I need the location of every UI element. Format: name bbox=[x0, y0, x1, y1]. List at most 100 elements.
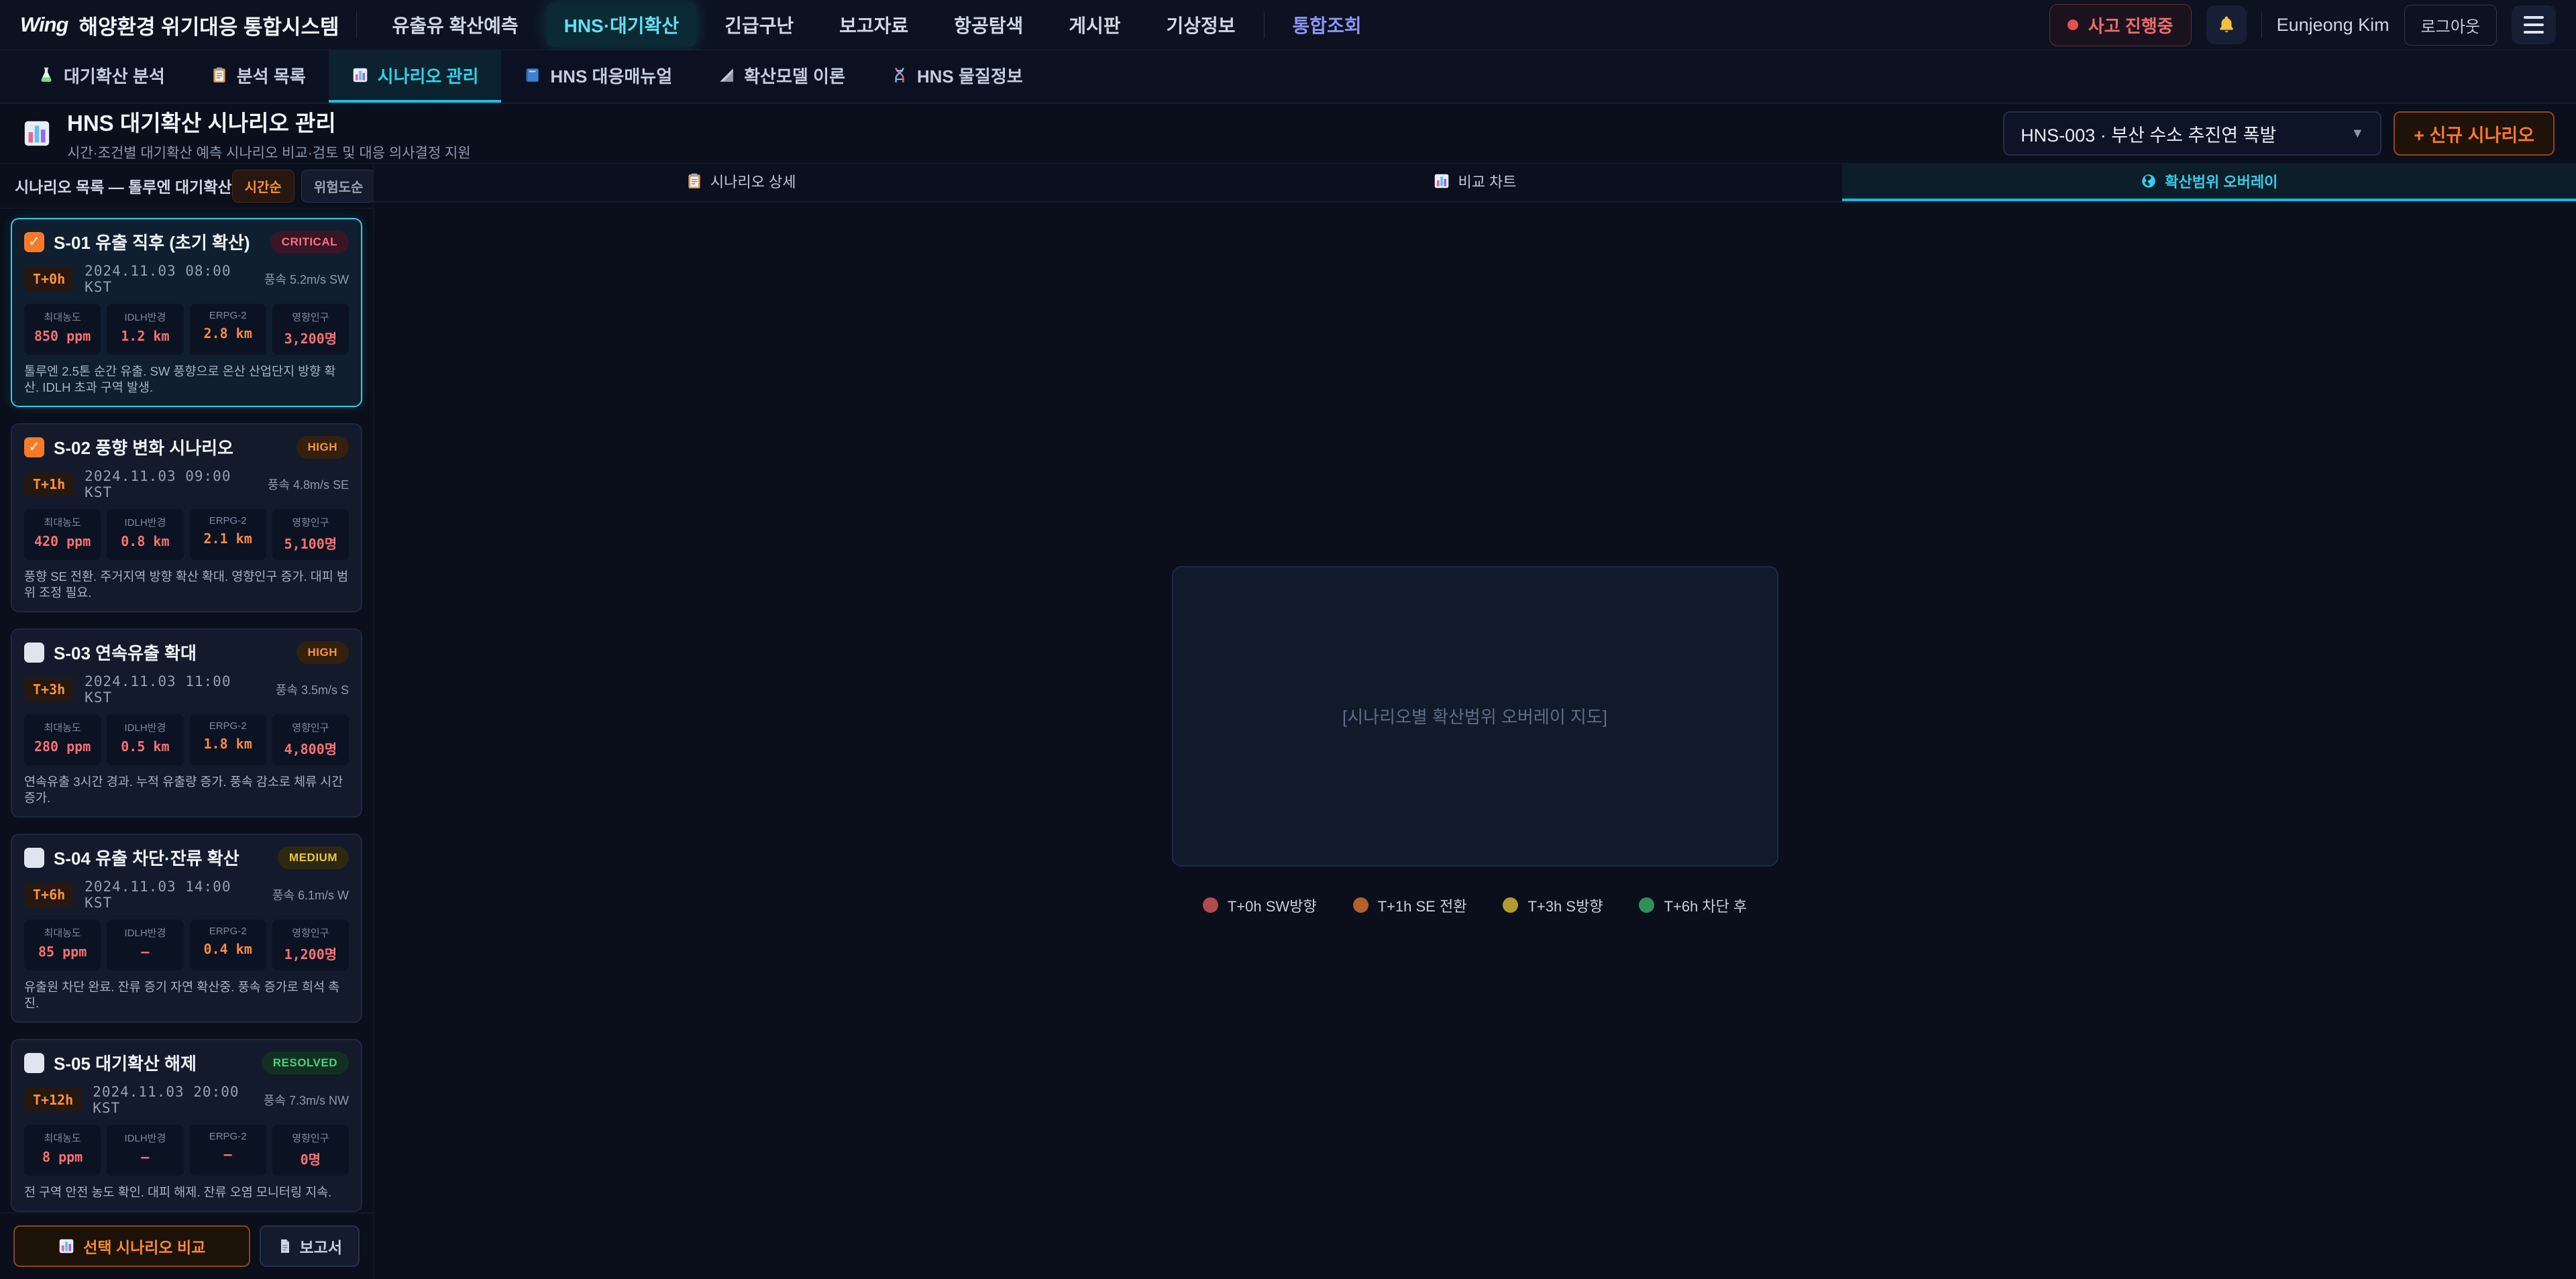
logout-button[interactable]: 로그아웃 bbox=[2404, 5, 2497, 46]
scenario-title: S-02 풍향 변화 시나리오 bbox=[54, 435, 233, 459]
top-nav-item-6[interactable]: 게시판 bbox=[1051, 3, 1138, 47]
stat-label: IDLH반경 bbox=[109, 926, 180, 940]
chart-icon bbox=[352, 66, 369, 84]
stat-label: 최대농도 bbox=[27, 926, 98, 940]
divider bbox=[2261, 11, 2262, 38]
sub-nav-tab-3[interactable]: 시나리오 관리 bbox=[329, 50, 502, 103]
stat-box: ERPG-21.8 km bbox=[190, 714, 266, 765]
scenario-card-1[interactable]: ✓S-01 유출 직후 (초기 확산)CRITICALT+0h2024.11.0… bbox=[11, 218, 362, 407]
stat-value: 1.8 km bbox=[193, 736, 264, 752]
severity-badge: MEDIUM bbox=[278, 846, 349, 869]
stat-label: 영향인구 bbox=[275, 926, 346, 940]
main-tab-3[interactable]: 확산범위 오버레이 bbox=[1842, 164, 2576, 201]
scenario-card-3[interactable]: S-03 연속유출 확대HIGHT+3h2024.11.03 11:00 KST… bbox=[11, 628, 362, 818]
legend-item-4: T+6h 차단 후 bbox=[1639, 895, 1747, 916]
stat-box: 최대농도420 ppm bbox=[24, 509, 101, 560]
scenario-card-5[interactable]: S-05 대기확산 해제RESOLVEDT+12h2024.11.03 20:0… bbox=[11, 1039, 362, 1212]
sub-nav-tab-4[interactable]: HNS 대응매뉴얼 bbox=[501, 50, 695, 103]
stat-label: 영향인구 bbox=[275, 515, 346, 529]
stat-box: 최대농도85 ppm bbox=[24, 920, 101, 970]
card-stats-grid: 최대농도850 ppmIDLH반경1.2 kmERPG-22.8 km영향인구3… bbox=[24, 304, 349, 355]
card-stats-grid: 최대농도85 ppmIDLH반경–ERPG-20.4 km영향인구1,200명 bbox=[24, 920, 349, 970]
stat-value: 4,800명 bbox=[275, 738, 346, 758]
top-nav-item-2[interactable]: HNS·대기확산 bbox=[547, 3, 696, 47]
legend-label: T+6h 차단 후 bbox=[1664, 895, 1747, 916]
stat-label: 최대농도 bbox=[27, 720, 98, 734]
stat-box: IDLH반경1.2 km bbox=[107, 304, 183, 355]
top-nav-item-5[interactable]: 항공탐색 bbox=[936, 3, 1040, 47]
stat-box: ERPG-2– bbox=[190, 1125, 266, 1176]
top-nav-item-3[interactable]: 긴급구난 bbox=[707, 3, 811, 47]
scenario-checkbox[interactable] bbox=[24, 848, 44, 868]
time-offset-badge: T+6h bbox=[24, 883, 74, 907]
card-title-row: ✓S-01 유출 직후 (초기 확산)CRITICAL bbox=[24, 229, 349, 254]
sub-nav-tab-6[interactable]: HNS 물질정보 bbox=[868, 50, 1046, 103]
top-nav-item-1[interactable]: 유출유 확산예측 bbox=[374, 3, 535, 47]
sub-nav-tab-5[interactable]: 확산모델 이론 bbox=[695, 50, 868, 103]
stat-box: 영향인구 4,800명 bbox=[272, 714, 349, 765]
scenario-title: S-03 연속유출 확대 bbox=[54, 640, 197, 665]
map-icon bbox=[2140, 172, 2157, 190]
app-root: Wing 해양환경 위기대응 통합시스템 유출유 확산예측HNS·대기확산긴급구… bbox=[0, 0, 2576, 1279]
legend-dot-icon bbox=[1353, 897, 1368, 913]
stat-label: IDLH반경 bbox=[109, 720, 180, 734]
top-bar: Wing 해양환경 위기대응 통합시스템 유출유 확산예측HNS·대기확산긴급구… bbox=[0, 0, 2576, 50]
scenario-checkbox[interactable] bbox=[24, 1053, 44, 1073]
user-name: Eunjeong Kim bbox=[2277, 15, 2390, 36]
stat-box: IDLH반경0.8 km bbox=[107, 509, 183, 560]
stat-value: 2.8 km bbox=[193, 325, 264, 341]
stat-box: 영향인구3,200명 bbox=[272, 304, 349, 355]
bell-icon bbox=[2216, 15, 2237, 35]
sidebar-header: 시나리오 목록 — 톨루엔 대기확산 시간순위험도순 bbox=[0, 164, 373, 209]
wind-info: 풍속 3.5m/s S bbox=[276, 681, 349, 698]
stat-value: – bbox=[193, 1146, 264, 1162]
bar-chart-icon bbox=[21, 118, 52, 149]
scenario-select[interactable]: HNS-003 · 부산 수소 추진연 폭발 ▼ bbox=[2003, 111, 2381, 156]
scenario-checkbox[interactable]: ✓ bbox=[24, 437, 44, 457]
stat-label: ERPG-2 bbox=[193, 926, 264, 937]
top-nav-item-4[interactable]: 보고자료 bbox=[822, 3, 926, 47]
wind-info: 풍속 6.1m/s W bbox=[272, 886, 349, 903]
card-time-row: T+6h2024.11.03 14:00 KST풍속 6.1m/s W bbox=[24, 879, 349, 911]
main-tab-2[interactable]: 비교 차트 bbox=[1108, 164, 1841, 201]
divider bbox=[356, 11, 357, 38]
stat-label: IDLH반경 bbox=[109, 515, 180, 529]
sort-button-2[interactable]: 위험도순 bbox=[301, 170, 376, 203]
top-nav-item-7[interactable]: 기상정보 bbox=[1149, 3, 1253, 47]
scenario-checkbox[interactable] bbox=[24, 643, 44, 663]
card-time-row: T+0h2024.11.03 08:00 KST풍속 5.2m/s SW bbox=[24, 263, 349, 295]
wind-info: 풍속 7.3m/s NW bbox=[264, 1091, 349, 1109]
stat-value: 1,200명 bbox=[275, 944, 346, 963]
legend-item-3: T+3h S방향 bbox=[1503, 895, 1603, 916]
main-tab-label: 비교 차트 bbox=[1458, 170, 1516, 192]
card-title-row: S-05 대기확산 해제RESOLVED bbox=[24, 1050, 349, 1075]
sub-nav-tab-2[interactable]: 분석 목록 bbox=[188, 50, 329, 103]
wind-info: 풍속 4.8m/s SE bbox=[268, 476, 349, 493]
top-nav-item-8[interactable]: 통합조회 bbox=[1275, 3, 1379, 47]
stat-label: 영향인구 bbox=[275, 720, 346, 734]
report-button[interactable]: 보고서 bbox=[260, 1225, 360, 1267]
time-offset-badge: T+12h bbox=[24, 1088, 82, 1112]
map-legend: T+0h SW방향T+1h SE 전환T+3h S방향T+6h 차단 후 bbox=[1203, 895, 1747, 916]
stat-box: IDLH반경0.5 km bbox=[107, 714, 183, 765]
sort-button-1[interactable]: 시간순 bbox=[232, 170, 294, 203]
main-tab-1[interactable]: 시나리오 상세 bbox=[374, 164, 1108, 201]
notifications-button[interactable] bbox=[2206, 5, 2247, 44]
new-scenario-button[interactable]: + 신규 시나리오 bbox=[2394, 111, 2555, 156]
sub-nav-tab-1[interactable]: 대기확산 분석 bbox=[15, 50, 188, 103]
scenario-card-2[interactable]: ✓S-02 풍향 변화 시나리오HIGHT+1h2024.11.03 09:00… bbox=[11, 423, 362, 612]
overlay-panel: [시나리오별 확산범위 오버레이 지도] T+0h SW방향T+1h SE 전환… bbox=[374, 203, 2576, 1279]
sidebar-title: 시나리오 목록 — 톨루엔 대기확산 bbox=[15, 174, 232, 197]
dna-icon bbox=[891, 66, 908, 84]
scenario-checkbox[interactable]: ✓ bbox=[24, 232, 44, 252]
legend-item-1: T+0h SW방향 bbox=[1203, 895, 1317, 916]
incident-status-badge: 사고 진행중 bbox=[2049, 4, 2192, 46]
stat-label: 영향인구 bbox=[275, 310, 346, 324]
main-tab-label: 시나리오 상세 bbox=[710, 170, 796, 192]
compare-scenarios-button[interactable]: 선택 시나리오 비교 bbox=[13, 1225, 250, 1267]
scenario-title: S-01 유출 직후 (초기 확산) bbox=[54, 229, 250, 254]
page-subtitle: 시간·조건별 대기확산 예측 시나리오 비교·검토 및 대응 의사결정 지원 bbox=[67, 142, 471, 162]
scenario-card-4[interactable]: S-04 유출 차단·잔류 확산MEDIUMT+6h2024.11.03 14:… bbox=[11, 834, 362, 1023]
main-menu-button[interactable] bbox=[2512, 5, 2556, 44]
sub-nav-tab-label: HNS 대응매뉴얼 bbox=[550, 63, 672, 88]
